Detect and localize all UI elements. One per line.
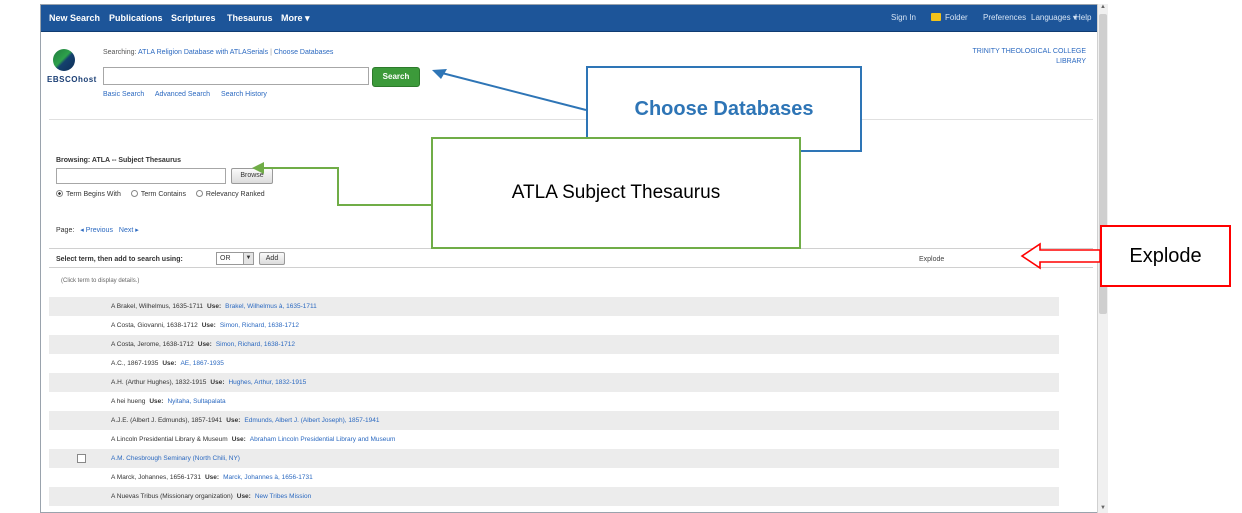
term-row: A.J.E. (Albert J. Edmunds), 1857-1941 Use… <box>49 411 1059 430</box>
term-checkbox[interactable] <box>77 454 86 463</box>
chevron-down-icon[interactable]: ▼ <box>243 253 253 264</box>
nav-languages[interactable]: Languages ▾ <box>1031 13 1077 22</box>
term-row: A.M. Chesbrough Seminary (North Chili, N… <box>49 449 1059 468</box>
term-row: A Costa, Jerome, 1638-1712 Use: Simon, Ric… <box>49 335 1059 354</box>
callout-explode: Explode <box>1100 225 1231 287</box>
preferred-term-link[interactable]: Edmunds, Albert J. (Albert Joseph), 1857… <box>244 417 379 424</box>
term-label: A Costa, Jerome, 1638-1712 <box>111 341 194 348</box>
searching-label: Searching: <box>103 49 137 56</box>
scroll-down-icon[interactable]: ▼ <box>1100 505 1106 511</box>
term-label: A Nuevas Tribus (Missionary organization… <box>111 493 233 500</box>
term-row: A Brakel, Wilhelmus, 1635-1711 Use: Brakel… <box>49 297 1059 316</box>
use-label: Use: <box>162 360 177 367</box>
ebsco-logo-text[interactable]: EBSCOhost <box>47 75 97 84</box>
use-label: Use: <box>226 417 241 424</box>
nav-publications[interactable]: Publications <box>109 13 163 23</box>
search-input[interactable] <box>103 67 369 85</box>
term-label: A.H. (Arthur Hughes), 1832-1915 <box>111 379 207 386</box>
previous-page-link[interactable]: ◂ Previous <box>80 227 113 234</box>
select-term-label: Select term, then add to search using: <box>56 256 183 263</box>
term-row: A Costa, Giovanni, 1638-1712 Use: Simon, R… <box>49 316 1059 335</box>
radio-term-begins-with[interactable]: Term Begins With <box>56 190 121 198</box>
top-navigation-bar: New Search Publications Scriptures Thesa… <box>41 5 1101 32</box>
nav-scriptures[interactable]: Scriptures <box>171 13 216 23</box>
nav-sign-in[interactable]: Sign In <box>891 13 916 22</box>
browsing-label: Browsing: ATLA -- Subject Thesaurus <box>56 157 181 164</box>
use-label: Use: <box>204 474 220 481</box>
preferred-term-link[interactable]: Hughes, Arthur, 1832-1915 <box>228 379 306 386</box>
preferred-term-link[interactable]: Simon, Richard, 1638-1712 <box>216 341 295 348</box>
use-label: Use: <box>210 379 225 386</box>
database-name: ATLA Religion Database with ATLASerials <box>138 49 269 56</box>
term-label: A.J.E. (Albert J. Edmunds), 1857-1941 <box>111 417 223 424</box>
advanced-search-link[interactable]: Advanced Search <box>155 91 210 98</box>
nav-help[interactable]: Help <box>1075 13 1091 22</box>
term-label[interactable]: A.M. Chesbrough Seminary (North Chili, N… <box>111 455 240 462</box>
header-divider <box>49 119 1093 120</box>
browser-content-frame: New Search Publications Scriptures Thesa… <box>40 4 1102 513</box>
add-term-button[interactable]: Add <box>259 252 285 265</box>
term-label: A Marck, Johannes, 1656-1731 <box>111 474 201 481</box>
library-name[interactable]: TRINITY THEOLOGICAL COLLEGE LIBRARY <box>961 47 1086 67</box>
nav-preferences[interactable]: Preferences <box>983 13 1026 22</box>
radio-selected-icon[interactable] <box>56 190 63 197</box>
term-label: A Lincoln Presidential Library & Museum <box>111 436 228 443</box>
select-term-bar: Select term, then add to search using: O… <box>49 248 1093 268</box>
browse-radio-group: Term Begins With Term Contains Relevancy… <box>56 190 273 198</box>
search-sublinks: Basic Search Advanced Search Search Hist… <box>103 91 276 98</box>
preferred-term-link[interactable]: Brakel, Wilhelmus à, 1635-1711 <box>225 303 317 310</box>
use-label: Use: <box>201 322 216 329</box>
radio-relevancy-ranked[interactable]: Relevancy Ranked <box>195 190 265 198</box>
pagination: Page: ◂ Previous Next ▸ <box>56 226 139 234</box>
term-row: A Marck, Johannes, 1656-1731 Use: Marck, J… <box>49 468 1059 487</box>
nav-folder[interactable]: Folder <box>945 13 968 22</box>
preferred-term-link[interactable]: Marck, Johannes à, 1656-1731 <box>223 474 313 481</box>
folder-icon[interactable] <box>931 13 941 21</box>
ebsco-logo-icon[interactable] <box>53 49 75 71</box>
nav-thesaurus[interactable]: Thesaurus <box>227 13 273 23</box>
scroll-up-icon[interactable]: ▲ <box>1100 4 1106 10</box>
next-page-link[interactable]: Next ▸ <box>119 227 139 234</box>
radio-icon[interactable] <box>130 190 138 197</box>
use-label: Use: <box>197 341 212 348</box>
click-term-hint: (Click term to display details.) <box>61 278 140 284</box>
callout-atla-thesaurus: ATLA Subject Thesaurus <box>431 137 801 249</box>
browse-input[interactable] <box>56 168 226 184</box>
term-label: A Brakel, Wilhelmus, 1635-1711 <box>111 303 204 310</box>
choose-databases-link[interactable]: Choose Databases <box>274 49 334 56</box>
term-row: A.C., 1867-1935 Use: AE, 1867-1935 <box>49 354 1059 373</box>
use-label: Use: <box>231 436 246 443</box>
searching-line: Searching: ATLA Religion Database with A… <box>103 49 334 56</box>
term-row: A hei hueng Use: Nyitaha, Sultapalata <box>49 392 1059 411</box>
term-row: A Nuevas Tribus (Missionary organization… <box>49 487 1059 506</box>
thesaurus-term-list: A Brakel, Wilhelmus, 1635-1711 Use: Brakel… <box>49 297 1059 506</box>
search-button[interactable]: Search <box>372 67 420 87</box>
radio-term-contains[interactable]: Term Contains <box>130 190 186 198</box>
preferred-term-link[interactable]: AE, 1867-1935 <box>180 360 223 367</box>
use-label: Use: <box>236 493 251 500</box>
boolean-operator-select[interactable]: OR ▼ <box>216 252 254 265</box>
term-label: A.C., 1867-1935 <box>111 360 159 367</box>
term-row: A Lincoln Presidential Library & Museum U… <box>49 430 1059 449</box>
preferred-term-link[interactable]: Nyitaha, Sultapalata <box>167 398 225 405</box>
search-history-link[interactable]: Search History <box>221 91 267 98</box>
explode-column-header: Explode <box>919 256 945 263</box>
preferred-term-link[interactable]: Simon, Richard, 1638-1712 <box>220 322 299 329</box>
page-label: Page: <box>56 227 75 234</box>
preferred-term-link[interactable]: Abraham Lincoln Presidential Library and… <box>250 436 396 443</box>
term-label: A Costa, Giovanni, 1638-1712 <box>111 322 198 329</box>
term-row: A.H. (Arthur Hughes), 1832-1915 Use: Hughe… <box>49 373 1059 392</box>
nav-more-menu[interactable]: More ▾ <box>281 13 310 24</box>
term-label: A hei hueng <box>111 398 146 405</box>
use-label: Use: <box>149 398 164 405</box>
use-label: Use: <box>207 303 222 310</box>
preferred-term-link[interactable]: New Tribes Mission <box>255 493 311 500</box>
browse-button[interactable]: Browse <box>231 168 273 184</box>
basic-search-link[interactable]: Basic Search <box>103 91 144 98</box>
radio-icon[interactable] <box>195 190 203 197</box>
nav-new-search[interactable]: New Search <box>49 13 100 23</box>
